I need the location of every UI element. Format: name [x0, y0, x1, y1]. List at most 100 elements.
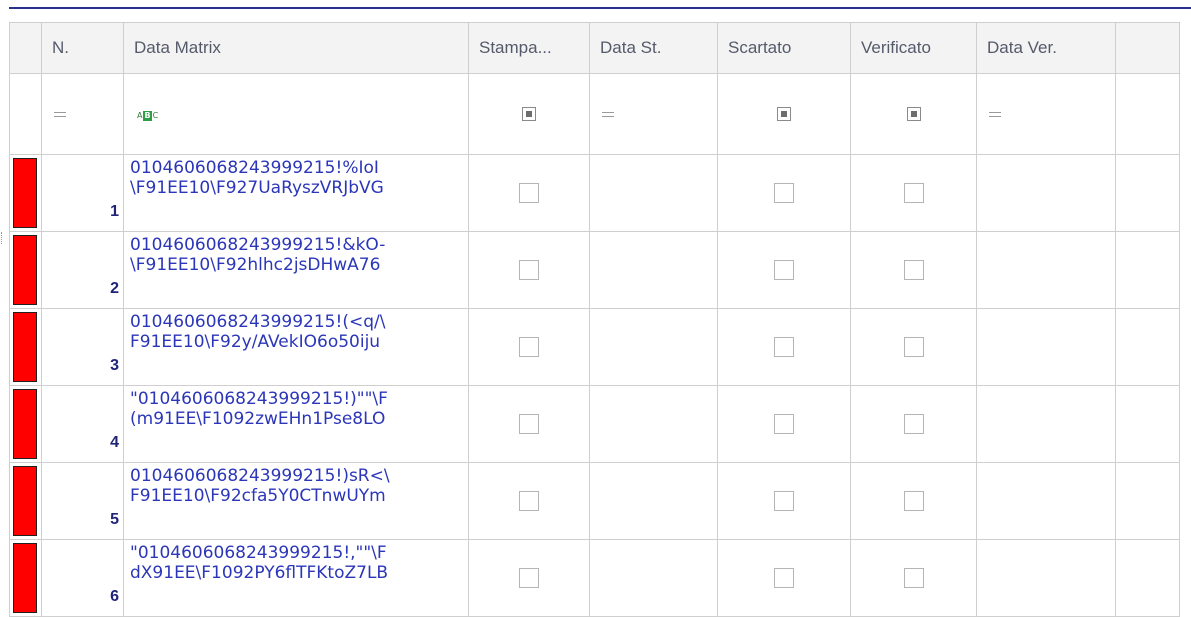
data-matrix-line1: 0104606068243999215!%IoI	[130, 158, 379, 178]
row-data-ver[interactable]	[976, 539, 1116, 617]
verificato-checkbox[interactable]	[903, 414, 924, 434]
stampa-checkbox[interactable]	[519, 414, 539, 434]
row-data-matrix[interactable]: 0104606068243999215!%IoI \F91EE10\F927Ua…	[123, 154, 469, 232]
row-scartato[interactable]	[717, 308, 851, 386]
data-matrix-line2: F91EE10\F92cfa5Y0CTnwUYm	[130, 486, 386, 506]
row-data-ver[interactable]	[976, 154, 1116, 232]
row-status-flag	[9, 539, 42, 617]
header-n[interactable]: N.	[41, 22, 124, 74]
text-filter-icon[interactable]: ABC	[137, 111, 158, 121]
stampa-checkbox[interactable]	[519, 260, 539, 280]
data-matrix-line1: "0104606068243999215!)""\F	[130, 389, 388, 409]
row-scartato[interactable]	[717, 462, 851, 540]
row-stampa[interactable]	[468, 308, 590, 386]
stampa-checkbox[interactable]	[519, 568, 539, 588]
header-row: N. Data Matrix Stampa... Data St. Scarta…	[9, 22, 1180, 74]
row-scartato[interactable]	[717, 231, 851, 309]
header-data-ver[interactable]: Data Ver.	[976, 22, 1116, 74]
table-row[interactable]: 1 0104606068243999215!%IoI \F91EE10\F927…	[9, 154, 1180, 232]
stampa-checkbox[interactable]	[519, 337, 539, 357]
table-row[interactable]: 5 0104606068243999215!)sR<\ F91EE10\F92c…	[9, 462, 1180, 540]
equals-filter-icon[interactable]	[54, 111, 66, 117]
data-matrix-line2: (m91EE\F1092zwEHn1Pse8LO	[130, 409, 386, 429]
table-row[interactable]: 3 0104606068243999215!(<q/\ F91EE10\F92y…	[9, 308, 1180, 386]
row-data-st[interactable]	[589, 308, 718, 386]
header-data-matrix[interactable]: Data Matrix	[123, 22, 469, 74]
table-row[interactable]: 2 0104606068243999215!&kO- \F91EE10\F92h…	[9, 231, 1180, 309]
scartato-checkbox[interactable]	[774, 491, 794, 511]
row-data-matrix[interactable]: 0104606068243999215!)sR<\ F91EE10\F92cfa…	[123, 462, 469, 540]
row-scartato[interactable]	[717, 154, 851, 232]
row-verificato[interactable]	[850, 154, 977, 232]
table-row[interactable]: 6 "0104606068243999215!,""\F dX91EE\F109…	[9, 539, 1180, 617]
row-stampa[interactable]	[468, 539, 590, 617]
row-data-st[interactable]	[589, 462, 718, 540]
verificato-checkbox[interactable]	[903, 183, 924, 203]
row-verificato[interactable]	[850, 462, 977, 540]
row-data-ver[interactable]	[976, 385, 1116, 463]
row-data-matrix[interactable]: 0104606068243999215!&kO- \F91EE10\F92hlh…	[123, 231, 469, 309]
header-stampa[interactable]: Stampa...	[468, 22, 590, 74]
row-verificato[interactable]	[850, 308, 977, 386]
data-matrix-line2: dX91EE\F1092PY6flTFKtoZ7LB	[130, 563, 389, 583]
stampa-checkbox[interactable]	[519, 491, 539, 511]
filter-verificato[interactable]	[850, 73, 977, 155]
row-data-matrix[interactable]: "0104606068243999215!,""\F dX91EE\F1092P…	[123, 539, 469, 617]
verificato-checkbox[interactable]	[903, 491, 924, 511]
resize-grip[interactable]	[1, 232, 4, 244]
row-status-flag	[9, 231, 42, 309]
filter-indicator	[9, 73, 42, 155]
row-stampa[interactable]	[468, 231, 590, 309]
scartato-checkbox[interactable]	[774, 337, 794, 357]
filter-data-matrix[interactable]: ABC	[123, 73, 469, 155]
row-filler	[1115, 154, 1180, 232]
row-data-matrix[interactable]: "0104606068243999215!)""\F (m91EE\F1092z…	[123, 385, 469, 463]
row-number: 4	[41, 385, 124, 463]
row-verificato[interactable]	[850, 385, 977, 463]
filter-stampa[interactable]	[468, 73, 590, 155]
row-status-flag	[9, 385, 42, 463]
scartato-checkbox[interactable]	[774, 260, 794, 280]
scartato-checkbox[interactable]	[774, 568, 794, 588]
row-number: 2	[41, 231, 124, 309]
row-number: 6	[41, 539, 124, 617]
checkbox-filter-indeterminate[interactable]	[522, 107, 536, 121]
filter-data-st[interactable]	[589, 73, 718, 155]
table-row[interactable]: 4 "0104606068243999215!)""\F (m91EE\F109…	[9, 385, 1180, 463]
scartato-checkbox[interactable]	[774, 183, 794, 203]
row-data-st[interactable]	[589, 539, 718, 617]
row-number: 5	[41, 462, 124, 540]
row-verificato[interactable]	[850, 539, 977, 617]
row-scartato[interactable]	[717, 539, 851, 617]
data-matrix-line1: 0104606068243999215!&kO-	[130, 235, 386, 255]
verificato-checkbox[interactable]	[903, 568, 924, 588]
row-data-st[interactable]	[589, 231, 718, 309]
verificato-checkbox[interactable]	[903, 337, 924, 357]
row-stampa[interactable]	[468, 154, 590, 232]
row-scartato[interactable]	[717, 385, 851, 463]
row-data-ver[interactable]	[976, 462, 1116, 540]
header-data-st[interactable]: Data St.	[589, 22, 718, 74]
data-matrix-line1: 0104606068243999215!(<q/\	[130, 312, 386, 332]
header-scartato[interactable]: Scartato	[717, 22, 851, 74]
equals-filter-icon[interactable]	[989, 111, 1001, 117]
row-verificato[interactable]	[850, 231, 977, 309]
row-data-st[interactable]	[589, 385, 718, 463]
filter-data-ver[interactable]	[976, 73, 1116, 155]
row-stampa[interactable]	[468, 462, 590, 540]
row-data-st[interactable]	[589, 154, 718, 232]
row-data-matrix[interactable]: 0104606068243999215!(<q/\ F91EE10\F92y/A…	[123, 308, 469, 386]
scartato-checkbox[interactable]	[774, 414, 794, 434]
filter-n[interactable]	[41, 73, 124, 155]
equals-filter-icon[interactable]	[602, 111, 614, 117]
filter-filler	[1115, 73, 1180, 155]
filter-scartato[interactable]	[717, 73, 851, 155]
row-data-ver[interactable]	[976, 231, 1116, 309]
verificato-checkbox[interactable]	[903, 260, 924, 280]
stampa-checkbox[interactable]	[519, 183, 539, 203]
row-stampa[interactable]	[468, 385, 590, 463]
checkbox-filter-indeterminate[interactable]	[906, 107, 921, 121]
header-verificato[interactable]: Verificato	[850, 22, 977, 74]
checkbox-filter-indeterminate[interactable]	[777, 107, 791, 121]
row-data-ver[interactable]	[976, 308, 1116, 386]
